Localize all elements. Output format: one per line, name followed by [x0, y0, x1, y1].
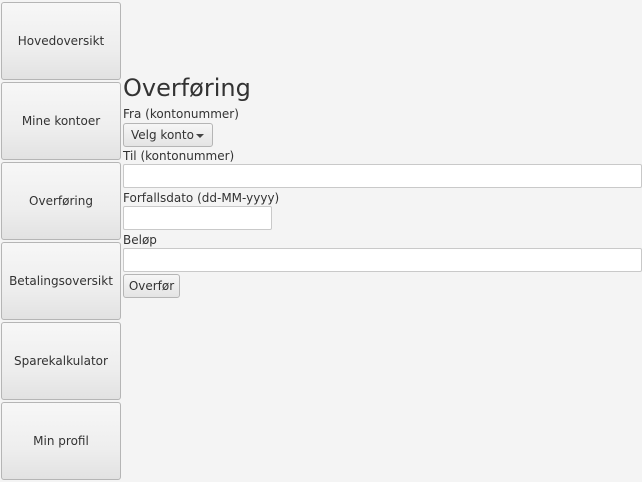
- nav-hovedoversikt-button[interactable]: Hovedoversikt: [1, 2, 121, 80]
- nav-overforing-button[interactable]: Overføring: [1, 162, 121, 240]
- transfer-submit-label: Overfør: [128, 279, 175, 293]
- page-title: Overføring: [123, 74, 251, 102]
- transfer-form: Overføring Fra (kontonummer) Velg konto …: [123, 0, 642, 482]
- nav-mine-kontoer-button[interactable]: Mine kontoer: [1, 82, 121, 160]
- nav-label: Betalingsoversikt: [9, 274, 113, 288]
- nav-min-profil-button[interactable]: Min profil: [1, 402, 121, 480]
- nav-label: Sparekalkulator: [14, 354, 108, 368]
- from-account-label: Fra (kontonummer): [123, 107, 239, 121]
- nav-betalingsoversikt-button[interactable]: Betalingsoversikt: [1, 242, 121, 320]
- to-account-label: Til (kontonummer): [123, 149, 235, 163]
- from-account-select[interactable]: Velg konto: [123, 123, 213, 147]
- nav-sparekalkulator-button[interactable]: Sparekalkulator: [1, 322, 121, 400]
- nav-label: Min profil: [33, 434, 89, 448]
- to-account-input[interactable]: [123, 164, 642, 188]
- sidebar: Hovedoversikt Mine kontoer Overføring Be…: [0, 0, 123, 482]
- amount-label: Beløp: [123, 233, 157, 247]
- nav-label: Overføring: [29, 194, 93, 208]
- from-account-select-value: Velg konto: [131, 128, 194, 142]
- transfer-submit-button[interactable]: Overfør: [123, 274, 180, 298]
- nav-label: Hovedoversikt: [17, 34, 105, 48]
- due-date-input[interactable]: [123, 206, 272, 230]
- amount-input[interactable]: [123, 248, 642, 272]
- chevron-down-icon: [196, 134, 204, 138]
- due-date-label: Forfallsdato (dd-MM-yyyy): [123, 191, 280, 205]
- nav-label: Mine kontoer: [21, 114, 101, 128]
